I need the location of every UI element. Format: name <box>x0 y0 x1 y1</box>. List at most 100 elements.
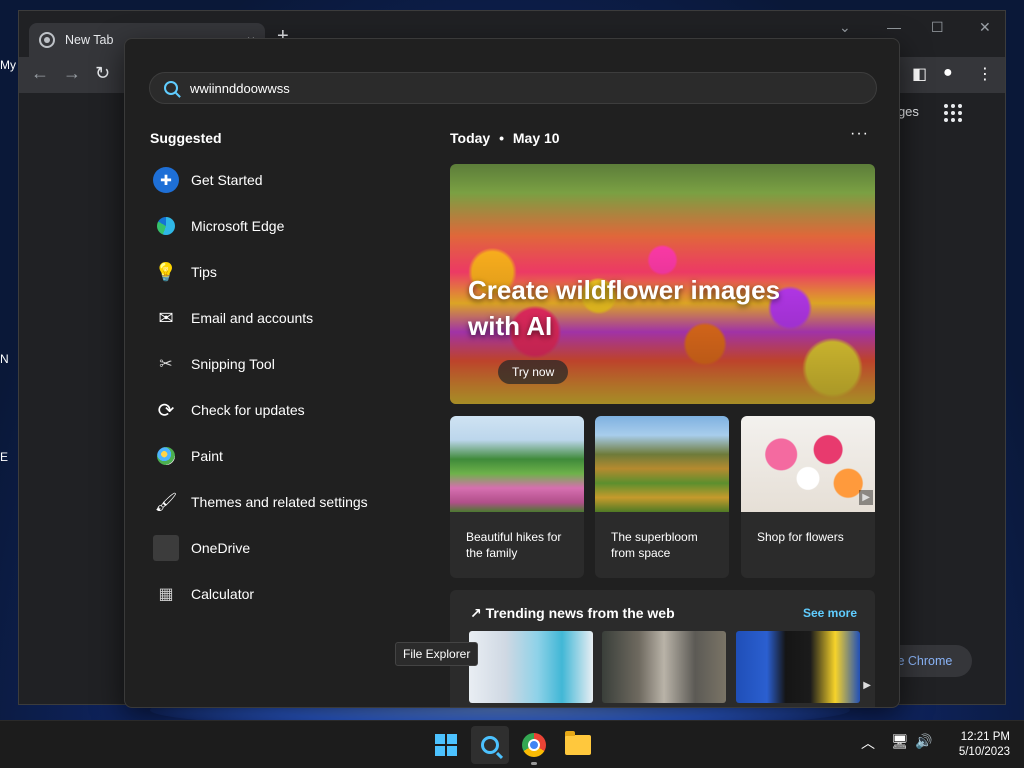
card-superbloom[interactable]: The superbloom from space <box>595 416 729 578</box>
suggested-item-email[interactable]: ✉ Email and accounts <box>153 295 433 341</box>
news-thumbnail[interactable] <box>469 631 593 703</box>
suggested-item-label: Check for updates <box>191 402 305 418</box>
reload-icon[interactable]: ↻ <box>95 63 110 84</box>
suggested-item-paint[interactable]: Paint <box>153 433 433 479</box>
carousel-next-icon[interactable]: ▶ <box>859 490 873 505</box>
hero-card-wildflower[interactable]: Create wildflower images with AI Try now <box>450 164 875 404</box>
more-options-icon[interactable]: ··· <box>850 125 869 143</box>
running-indicator <box>531 762 537 765</box>
suggested-heading: Suggested <box>150 130 222 146</box>
suggested-item-snipping-tool[interactable]: ✂ Snipping Tool <box>153 341 433 387</box>
paint-icon <box>157 447 175 465</box>
show-hidden-icons-chevron-icon[interactable]: ︿ <box>861 733 875 753</box>
maximize-icon[interactable]: ☐ <box>931 19 944 36</box>
news-thumbnail[interactable] <box>736 631 860 703</box>
folder-icon <box>565 731 591 755</box>
news-image <box>736 631 860 703</box>
desktop-icon-label[interactable]: N <box>0 352 18 366</box>
desktop-icon-label[interactable]: E <box>0 450 18 464</box>
close-icon[interactable]: ✕ <box>979 19 991 36</box>
search-input[interactable]: wwiinnddoowwss <box>149 72 877 104</box>
suggested-item-edge[interactable]: Microsoft Edge <box>153 203 433 249</box>
get-started-icon: ✚ <box>153 167 179 193</box>
tab-title: New Tab <box>65 33 114 47</box>
hero-title: Create wildflower images with AI <box>468 275 781 341</box>
news-image <box>469 631 593 703</box>
try-now-button[interactable]: Try now <box>498 360 569 384</box>
calculator-icon: ▦ <box>158 586 174 603</box>
taskbar-chrome-button[interactable] <box>515 726 553 764</box>
suggested-item-label: Tips <box>191 264 217 280</box>
flowers-image <box>741 416 875 512</box>
clock-time: 12:21 PM <box>960 731 1010 743</box>
search-icon <box>481 736 499 754</box>
volume-icon[interactable]: 🔊 <box>915 733 932 750</box>
suggested-item-label: Get Started <box>191 172 263 188</box>
chrome-menu-icon[interactable]: ⋮ <box>977 64 993 84</box>
brush-icon: 🖌 <box>154 491 178 512</box>
suggested-item-onedrive[interactable]: OneDrive <box>153 525 433 571</box>
network-icon[interactable]: 🖥 <box>891 733 909 750</box>
suggested-item-label: Snipping Tool <box>191 356 275 372</box>
taskbar-file-explorer-button[interactable] <box>559 726 597 764</box>
suggested-item-themes[interactable]: 🖌 Themes and related settings <box>153 479 433 525</box>
refresh-icon: ⟳ <box>157 399 175 422</box>
search-query[interactable]: wwiinnddoowwss <box>190 81 290 96</box>
tooltip-file-explorer: File Explorer <box>395 642 479 666</box>
trending-arrow-icon: ↗ <box>470 605 482 621</box>
suggested-item-label: Paint <box>191 448 223 464</box>
search-icon <box>164 81 178 95</box>
hikes-image <box>450 416 584 512</box>
taskbar-clock[interactable]: 12:21 PM 5/10/2023 <box>938 730 1010 760</box>
news-thumbnail[interactable] <box>602 631 726 703</box>
suggested-item-label: Calculator <box>191 586 255 602</box>
card-text: Beautiful hikes for the family <box>466 530 562 560</box>
tab-search-chevron-icon[interactable]: ⌄ <box>839 19 851 36</box>
superbloom-image <box>595 416 729 512</box>
google-apps-icon[interactable] <box>944 104 962 122</box>
snipping-tool-icon: ✂ <box>159 356 173 373</box>
highlight-cards: Beautiful hikes for the family The super… <box>450 416 875 578</box>
minimize-icon[interactable]: — <box>887 19 901 35</box>
card-text: The superbloom from space <box>611 530 698 560</box>
search-flyout: wwiinnddoowwss Suggested ✚ Get Started M… <box>124 38 900 708</box>
trending-heading-label: Trending news from the web <box>485 605 675 621</box>
chrome-icon <box>522 733 546 757</box>
suggested-item-label: Email and accounts <box>191 310 314 326</box>
desktop-icon-label[interactable]: My <box>0 58 18 72</box>
today-heading: Today • May 10 <box>450 130 560 146</box>
suggested-item-calculator[interactable]: ▦ Calculator <box>153 571 433 617</box>
suggested-item-label: Microsoft Edge <box>191 218 285 234</box>
suggested-item-label: OneDrive <box>191 540 251 556</box>
news-image <box>602 631 726 703</box>
suggested-item-label: Themes and related settings <box>191 494 368 510</box>
suggested-item-tips[interactable]: 💡 Tips <box>153 249 433 295</box>
today-separator: • <box>499 130 504 146</box>
today-label: Today <box>450 130 491 146</box>
clock-date: 5/10/2023 <box>958 746 1010 758</box>
tips-icon: 💡 <box>154 261 178 282</box>
taskbar: ︿ 🖥 🔊 12:21 PM 5/10/2023 <box>0 720 1024 768</box>
card-hikes[interactable]: Beautiful hikes for the family <box>450 416 584 578</box>
chrome-favicon-icon <box>39 32 55 48</box>
back-arrow-icon[interactable]: ← <box>31 63 49 84</box>
suggested-list: ✚ Get Started Microsoft Edge 💡 Tips ✉ Em… <box>153 157 433 617</box>
windows-logo-icon <box>435 734 457 756</box>
trending-heading: ↗ Trending news from the web <box>470 605 675 622</box>
today-date: May 10 <box>512 130 560 146</box>
profile-icon[interactable]: ● <box>943 64 953 82</box>
start-button[interactable] <box>427 726 465 764</box>
see-more-link[interactable]: See more <box>803 606 857 620</box>
mail-icon: ✉ <box>158 307 174 328</box>
forward-arrow-icon[interactable]: → <box>63 63 81 84</box>
suggested-item-check-updates[interactable]: ⟳ Check for updates <box>153 387 433 433</box>
onedrive-icon <box>153 535 179 561</box>
card-flowers[interactable]: ▶ Shop for flowers <box>741 416 875 578</box>
taskbar-search-button[interactable] <box>471 726 509 764</box>
card-text: Shop for flowers <box>757 530 844 544</box>
side-panel-icon[interactable]: ◧ <box>912 64 927 84</box>
news-next-icon[interactable]: ▶ <box>863 680 871 691</box>
edge-icon <box>157 217 175 235</box>
trending-news-panel: ↗ Trending news from the web See more ▶ <box>450 590 875 707</box>
suggested-item-get-started[interactable]: ✚ Get Started <box>153 157 433 203</box>
